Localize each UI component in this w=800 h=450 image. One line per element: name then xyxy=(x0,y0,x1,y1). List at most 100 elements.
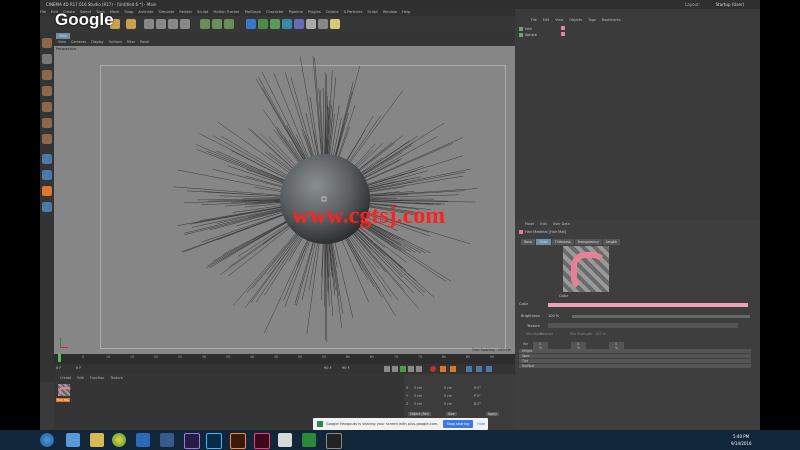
material-tag-icon[interactable] xyxy=(561,26,565,30)
model-mode-icon[interactable] xyxy=(42,54,52,64)
coord-value[interactable]: 0 cm xyxy=(414,386,422,390)
menu-item[interactable]: Character xyxy=(266,10,284,14)
scale-key-icon[interactable] xyxy=(486,366,492,372)
bridge-icon[interactable] xyxy=(160,433,174,447)
start-frame-field[interactable]: 0 F xyxy=(76,366,81,370)
menu-item[interactable]: Help xyxy=(402,10,410,14)
object-menu-item[interactable]: Edit xyxy=(543,18,550,22)
hide-button[interactable]: Hide xyxy=(477,418,485,430)
pen-icon[interactable] xyxy=(258,19,268,29)
coordinate-system-icon[interactable] xyxy=(180,19,190,29)
points-mode-icon[interactable] xyxy=(42,102,52,112)
lock-workplane-icon[interactable] xyxy=(42,202,52,212)
menu-item[interactable]: Snap xyxy=(124,10,133,14)
material-name[interactable]: Hair Ma xyxy=(56,398,70,402)
cube-icon[interactable] xyxy=(246,19,256,29)
cinema4d-icon[interactable] xyxy=(136,433,150,447)
coord-angle[interactable]: B 0° xyxy=(474,402,481,406)
sphere-object[interactable] xyxy=(280,154,370,244)
render-picture-icon[interactable] xyxy=(212,19,222,29)
menu-item[interactable]: MoGraph xyxy=(245,10,261,14)
workplane-icon[interactable] xyxy=(42,86,52,96)
collapsed-group[interactable]: Tint xyxy=(519,359,751,363)
material-menu-item[interactable]: Function xyxy=(90,376,104,380)
menu-item[interactable]: Window xyxy=(383,10,397,14)
coord-angle[interactable]: P 0° xyxy=(474,394,481,398)
indesign-icon[interactable] xyxy=(254,433,270,449)
attribute-menu-item[interactable]: Edit xyxy=(540,222,547,226)
camera-icon[interactable] xyxy=(318,19,328,29)
texture-field[interactable] xyxy=(548,323,738,328)
menu-item[interactable]: Script xyxy=(367,10,377,14)
menu-item[interactable]: Sculpt xyxy=(197,10,208,14)
rotation-key-icon[interactable] xyxy=(476,366,482,372)
material-thumbnail[interactable] xyxy=(58,384,72,396)
object-menu-item[interactable]: View xyxy=(555,18,563,22)
menu-item[interactable]: Pipeline xyxy=(289,10,303,14)
material-menu-item[interactable]: Edit xyxy=(77,376,84,380)
max-frame-field[interactable]: 90 F xyxy=(342,366,350,370)
render-view-icon[interactable] xyxy=(200,19,210,29)
start-button-icon[interactable] xyxy=(40,433,54,447)
coord-size[interactable]: 0 cm xyxy=(444,402,452,406)
coord-value[interactable]: 0 cm xyxy=(414,394,422,398)
menu-item[interactable]: Simulate xyxy=(158,10,174,14)
attribute-tab[interactable]: Length xyxy=(602,239,620,245)
color-swatch[interactable] xyxy=(548,303,748,307)
material-menu-item[interactable]: Texture xyxy=(110,376,122,380)
stop-sharing-button[interactable]: Stop sharing xyxy=(443,420,473,428)
keyframe-selection-icon[interactable] xyxy=(450,366,456,372)
floor-icon[interactable] xyxy=(306,19,316,29)
menu-item[interactable]: Octane xyxy=(326,10,339,14)
previous-frame-icon[interactable] xyxy=(392,366,398,372)
texture-mode-icon[interactable] xyxy=(42,70,52,80)
object-menu-item[interactable]: Tags xyxy=(588,18,596,22)
mix-mode-dropdown[interactable]: Normal xyxy=(540,332,553,336)
deformer-icon[interactable] xyxy=(294,19,304,29)
viewport-menu-item[interactable]: Filter xyxy=(127,40,135,44)
record-icon[interactable] xyxy=(430,366,436,372)
attribute-tab[interactable]: Thickness xyxy=(551,239,574,245)
position-key-icon[interactable] xyxy=(466,366,472,372)
coord-mode-object[interactable]: Object (Rel) xyxy=(408,412,431,416)
end-frame-field[interactable]: 90 F xyxy=(324,366,332,370)
3d-viewport[interactable]: Perspective Grid Spacing : 100 cm xyxy=(54,46,515,354)
coord-size[interactable]: 0 cm xyxy=(444,394,452,398)
play-icon[interactable] xyxy=(400,366,406,372)
attribute-tab[interactable]: Color xyxy=(536,239,551,245)
coord-value[interactable]: 0 cm xyxy=(414,402,422,406)
attribute-menu-item[interactable]: Mode xyxy=(525,222,534,226)
next-frame-icon[interactable] xyxy=(408,366,414,372)
viewport-menu-item[interactable]: Display xyxy=(91,40,104,44)
current-frame-field[interactable]: 0 F xyxy=(56,366,61,370)
x-axis-icon[interactable] xyxy=(144,19,154,29)
edges-mode-icon[interactable] xyxy=(42,118,52,128)
collapsed-group[interactable]: Hilight xyxy=(519,349,751,353)
mix-strength-field[interactable]: 100 % xyxy=(595,332,606,336)
layout-dropdown[interactable]: Startup (User) xyxy=(710,0,744,9)
viewport-menu-item[interactable]: Panel xyxy=(140,40,149,44)
after-effects-icon[interactable] xyxy=(184,433,200,449)
attribute-menu-item[interactable]: User Data xyxy=(553,222,570,226)
menu-item[interactable]: Render xyxy=(179,10,192,14)
goto-end-icon[interactable] xyxy=(416,366,422,372)
collapsed-group[interactable]: Surface xyxy=(519,364,751,368)
menu-item[interactable]: Motion Tracker xyxy=(213,10,239,14)
coord-size[interactable]: 0 cm xyxy=(444,386,452,390)
polygons-mode-icon[interactable] xyxy=(42,134,52,144)
y-axis-icon[interactable] xyxy=(156,19,166,29)
goto-start-icon[interactable] xyxy=(384,366,390,372)
object-menu-item[interactable]: Bookmarks xyxy=(602,18,621,22)
autokey-icon[interactable] xyxy=(440,366,446,372)
playhead[interactable] xyxy=(58,354,61,362)
viewport-tab-view[interactable]: View xyxy=(56,33,70,39)
subdivision-icon[interactable] xyxy=(270,19,280,29)
collapsed-group[interactable]: Spec xyxy=(519,354,751,358)
material-tag-icon[interactable] xyxy=(561,32,565,36)
attribute-tab[interactable]: Basic xyxy=(521,239,536,245)
photoshop-icon[interactable] xyxy=(206,433,222,449)
object-menu-item[interactable]: Objects xyxy=(569,18,582,22)
object-row[interactable]: Sphere xyxy=(519,32,579,37)
enable-axis-icon[interactable] xyxy=(42,154,52,164)
viewport-menu-item[interactable]: Cameras xyxy=(71,40,86,44)
